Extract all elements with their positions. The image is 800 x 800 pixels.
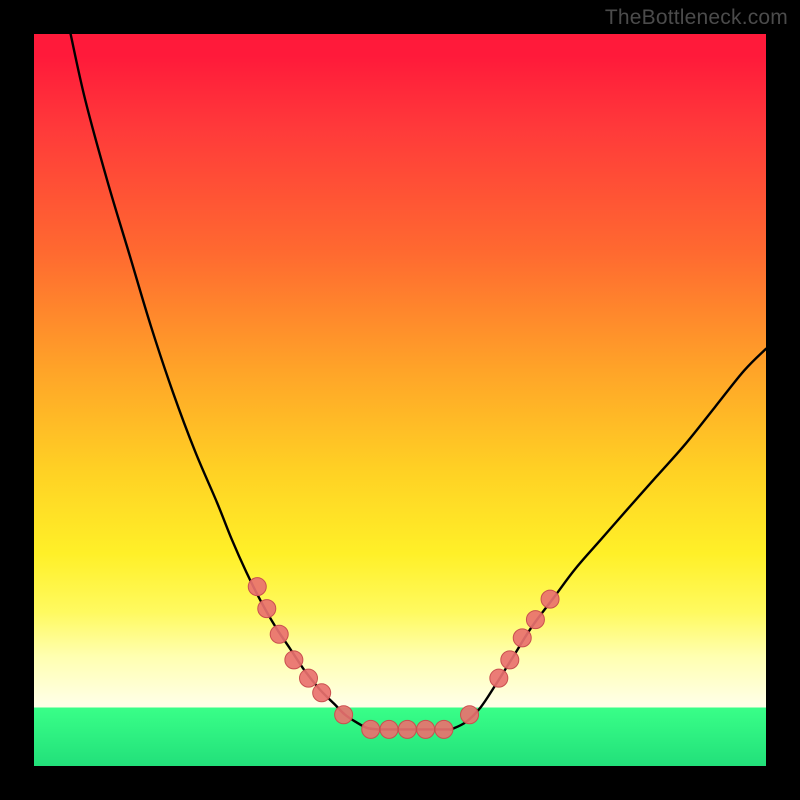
chart-plot-area [34,34,766,766]
marker-dot [300,669,318,687]
marker-dot [248,578,266,596]
marker-dot [513,629,531,647]
marker-dot [270,625,288,643]
marker-dot [335,706,353,724]
bottleneck-curve [71,34,766,730]
marker-dot [398,720,416,738]
watermark-text: TheBottleneck.com [605,6,788,30]
marker-dot [285,651,303,669]
marker-dot [258,600,276,618]
marker-dot [435,720,453,738]
marker-dot [380,720,398,738]
curve-layer [71,34,766,730]
marker-layer [248,578,559,739]
marker-dot [313,684,331,702]
marker-dot [490,669,508,687]
marker-dot [501,651,519,669]
marker-dot [362,720,380,738]
marker-dot [526,611,544,629]
marker-dot [417,720,435,738]
chart-frame: TheBottleneck.com [0,0,800,800]
marker-dot [461,706,479,724]
marker-dot [541,590,559,608]
chart-svg [34,34,766,766]
